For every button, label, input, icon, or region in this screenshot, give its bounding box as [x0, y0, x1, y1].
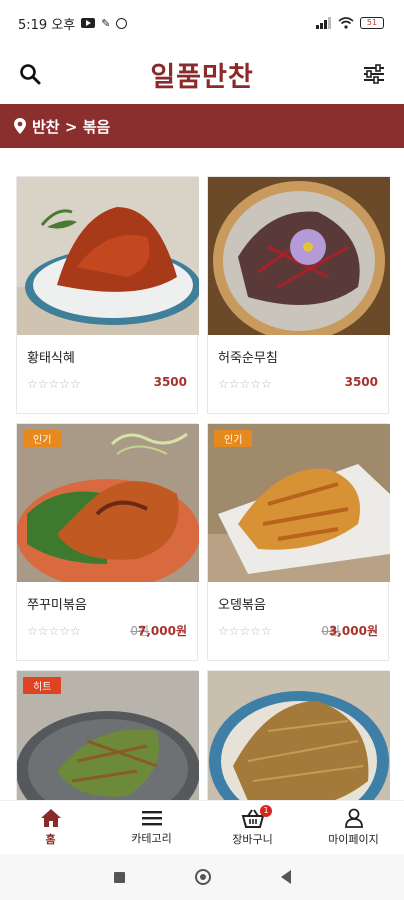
bottom-nav: 홈 카테고리 1 장바구니 마이페이지 [0, 800, 404, 854]
product-image [17, 177, 199, 335]
filter-button[interactable] [360, 60, 388, 88]
app-title: 일품만찬 [150, 61, 254, 93]
product-image: 히트 [17, 671, 199, 802]
system-home-button[interactable] [194, 869, 211, 885]
youtube-icon [81, 18, 96, 28]
status-circle-icon [116, 17, 128, 29]
product-card[interactable] [207, 670, 390, 802]
product-price: 3,000원 [329, 624, 378, 638]
location-pin-icon [14, 118, 26, 134]
nav-mypage-label: 마이페이지 [328, 833, 379, 846]
popular-badge: 인기 [214, 430, 253, 447]
nav-cart-label: 장바구니 [232, 833, 273, 846]
product-price: 3500 [153, 375, 187, 389]
product-price: 7,000원 [138, 624, 187, 638]
product-image: 인기 [208, 424, 390, 582]
rating-stars: ☆☆☆☆☆ [218, 624, 272, 638]
popular-badge: 인기 [23, 430, 62, 447]
nav-cart[interactable]: 1 장바구니 [202, 801, 303, 854]
status-bar: 5:19 오후 ✎ 51 [0, 0, 404, 46]
rating-stars: ☆☆☆☆☆ [27, 377, 81, 391]
product-name: 황태식혜 [27, 351, 75, 366]
status-time: 5:19 오후 [18, 17, 76, 33]
cart-count-badge: 1 [260, 805, 272, 817]
nav-category[interactable]: 카테고리 [101, 801, 202, 854]
status-right: 51 [316, 17, 384, 29]
product-card[interactable]: 히트 [16, 670, 199, 802]
app-header: 일품만찬 [0, 46, 404, 102]
product-card[interactable]: 인기 오뎅볶음 ☆☆☆☆☆ 0원 3,000원 [207, 423, 390, 661]
product-name: 허죽순무침 [218, 351, 278, 366]
product-card[interactable]: 허죽순무침 ☆☆☆☆☆ 3500 [207, 176, 390, 414]
product-image [208, 671, 390, 802]
system-back-button[interactable] [280, 870, 291, 884]
product-price: 3500 [344, 375, 378, 389]
recent-apps-button[interactable] [113, 871, 125, 883]
home-icon [40, 809, 61, 827]
product-card[interactable]: 황태식혜 ☆☆☆☆☆ 3500 [16, 176, 199, 414]
wifi-icon [338, 17, 354, 29]
megaphone-icon: ✎ [101, 16, 111, 30]
rating-stars: ☆☆☆☆☆ [218, 377, 272, 391]
nav-home-label: 홈 [45, 833, 56, 846]
product-card[interactable]: 인기 쭈꾸미볶음 ☆☆☆☆☆ 0원 7,000원 [16, 423, 199, 661]
status-left: 5:19 오후 ✎ [18, 14, 128, 33]
user-icon [344, 808, 363, 828]
rating-stars: ☆☆☆☆☆ [27, 624, 81, 638]
nav-mypage[interactable]: 마이페이지 [303, 801, 404, 854]
filter-icon [364, 64, 384, 84]
search-button[interactable] [16, 60, 44, 88]
breadcrumb: 반찬 > 볶음 [0, 104, 404, 148]
product-image [208, 177, 390, 335]
product-name: 쭈꾸미볶음 [27, 598, 87, 613]
battery-icon: 51 [360, 17, 384, 29]
nav-home[interactable]: 홈 [0, 801, 101, 854]
product-name: 오뎅볶음 [218, 598, 266, 613]
product-grid: 황태식혜 ☆☆☆☆☆ 3500 허죽순무침 ☆☆☆☆☆ 3500 인기 쭈꾸미볶… [16, 176, 390, 802]
breadcrumb-text: 반찬 > 볶음 [32, 117, 111, 136]
signal-icon [316, 17, 331, 29]
hit-badge: 히트 [23, 677, 62, 694]
search-icon [20, 64, 41, 85]
menu-icon [141, 811, 162, 826]
product-image: 인기 [17, 424, 199, 582]
system-nav-bar [0, 854, 404, 900]
nav-category-label: 카테고리 [131, 832, 172, 845]
